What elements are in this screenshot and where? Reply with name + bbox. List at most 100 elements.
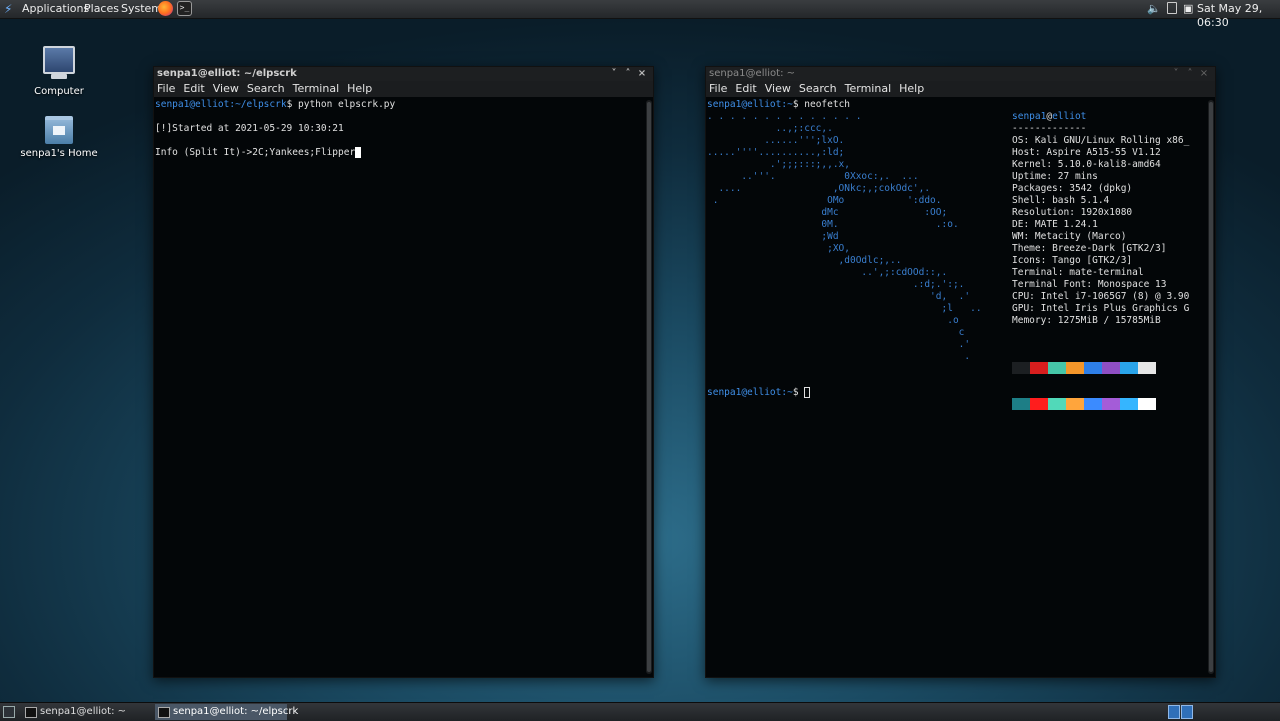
info-line: Shell: bash 5.1.4 — [1012, 195, 1189, 207]
speaker-icon[interactable]: 🔈 — [1147, 2, 1161, 16]
info-value: Intel Iris Plus Graphics G — [1040, 303, 1190, 314]
info-user: senpa1 — [1012, 111, 1047, 122]
info-value: bash 5.1.4 — [1052, 195, 1110, 206]
active-prompt: senpa1@elliot:~$ — [707, 387, 811, 399]
terminal-output[interactable]: senpa1@elliot:~/elpscrk$ python elpscrk.… — [154, 98, 643, 677]
palette-swatch — [1084, 398, 1102, 410]
clipboard-icon[interactable] — [1167, 2, 1177, 14]
terminal-output[interactable]: senpa1@elliot:~$ neofetch . . . . . . . … — [706, 98, 1205, 677]
taskbar-item-label: senpa1@elliot: ~/elpscrk — [173, 706, 299, 717]
info-separator: : — [1034, 147, 1047, 158]
maximize-button[interactable]: ˄ — [621, 67, 635, 81]
prompt-path: :~ — [781, 99, 793, 110]
menu-view[interactable]: View — [765, 82, 791, 95]
info-line: Terminal: mate-terminal — [1012, 267, 1189, 279]
prompt-user: senpa1@elliot — [155, 99, 230, 110]
menu-help[interactable]: Help — [899, 82, 924, 95]
menu-down-button[interactable]: ˅ — [1169, 67, 1183, 81]
applications-menu[interactable]: Applications — [22, 2, 89, 16]
info-host: elliot — [1052, 111, 1087, 122]
info-key: Memory — [1012, 315, 1047, 326]
window-title: senpa1@elliot: ~/elpscrk — [157, 68, 297, 79]
bottom-panel: senpa1@elliot: ~ senpa1@elliot: ~/elpscr… — [0, 702, 1280, 721]
menu-search[interactable]: Search — [799, 82, 837, 95]
window-titlebar[interactable]: senpa1@elliot: ~ ˅ ˄ × — [706, 67, 1215, 81]
palette-swatch — [1066, 398, 1084, 410]
info-line: Memory: 1275MiB / 15785MiB — [1012, 315, 1189, 327]
info-line: GPU: Intel Iris Plus Graphics G — [1012, 303, 1189, 315]
workspace-1[interactable] — [1168, 705, 1180, 719]
kali-menu-icon[interactable]: ⚡ — [4, 2, 16, 16]
close-button[interactable]: × — [635, 67, 649, 81]
window-title: senpa1@elliot: ~ — [709, 68, 795, 79]
show-desktop-icon[interactable] — [3, 706, 15, 718]
info-line: Kernel: 5.10.0-kali8-amd64 — [1012, 159, 1189, 171]
info-separator: : — [1023, 231, 1035, 242]
taskbar-item-elpscrk[interactable]: senpa1@elliot: ~/elpscrk — [155, 704, 298, 720]
palette-swatch — [1012, 398, 1030, 410]
scrollbar[interactable] — [1208, 100, 1214, 674]
neofetch-ascii-logo: . . . . . . . . . . . . . . ..,;:ccc,. .… — [707, 111, 982, 362]
info-value: 3542 (dpkg) — [1069, 183, 1133, 194]
menu-view[interactable]: View — [213, 82, 239, 95]
command-text: neofetch — [804, 99, 851, 110]
info-key: WM — [1012, 231, 1024, 242]
info-separator: : — [1057, 183, 1070, 194]
window-titlebar[interactable]: senpa1@elliot: ~/elpscrk ˅ ˄ × — [154, 67, 653, 81]
prompt-user: senpa1@elliot — [707, 387, 782, 398]
output-line: Info (Split It)->2C;Yankees;Flipper — [155, 147, 356, 158]
info-key: Terminal — [1012, 267, 1058, 278]
menu-edit[interactable]: Edit — [735, 82, 756, 95]
info-value: 1920x1080 — [1080, 207, 1133, 218]
terminal-window-home[interactable]: senpa1@elliot: ~ ˅ ˄ × File Edit View Search T… — [705, 66, 1216, 678]
desktop-icon-home[interactable]: senpa1's Home — [14, 116, 104, 159]
info-line: Icons: Tango [GTK2/3] — [1012, 255, 1189, 267]
palette-swatch — [1138, 362, 1156, 374]
scrollbar[interactable] — [646, 100, 652, 674]
info-value: Intel i7-1065G7 (8) @ 3.90 — [1040, 291, 1190, 302]
menu-terminal[interactable]: Terminal — [845, 82, 892, 95]
menu-file[interactable]: File — [157, 82, 175, 95]
output-line: [!]Started at 2021-05-29 10:30:21 — [155, 123, 344, 134]
menu-terminal[interactable]: Terminal — [293, 82, 340, 95]
desktop-icon-label: senpa1's Home — [20, 148, 98, 159]
info-separator: : — [1029, 303, 1041, 314]
palette-swatch — [1048, 362, 1066, 374]
close-button[interactable]: × — [1197, 67, 1211, 81]
info-key: GPU — [1012, 303, 1030, 314]
info-separator: : — [1046, 159, 1058, 170]
info-separator: : — [1040, 255, 1053, 266]
terminal-window-elpscrk[interactable]: senpa1@elliot: ~/elpscrk ˅ ˄ × File Edit Vie… — [153, 66, 654, 678]
maximize-button[interactable]: ˄ — [1183, 67, 1197, 81]
info-key: Uptime — [1012, 171, 1047, 182]
info-lines: OS: Kali GNU/Linux Rolling x86_ Host: Asp… — [1012, 135, 1189, 327]
info-separator: : — [1023, 219, 1035, 230]
info-value: 27 mins — [1057, 171, 1098, 182]
info-value: 5.10.0-kali8-amd64 — [1057, 159, 1161, 170]
menu-edit[interactable]: Edit — [183, 82, 204, 95]
info-key: Resolution — [1012, 207, 1070, 218]
desktop-icon-computer[interactable]: Computer — [14, 46, 104, 97]
clock[interactable]: Sat May 29, 06:30 — [1197, 2, 1280, 30]
info-key: CPU — [1012, 291, 1030, 302]
info-value: 1275MiB / 15785MiB — [1057, 315, 1161, 326]
neofetch-info: senpa1@elliot ------------- OS: Kali GNU… — [1012, 111, 1189, 327]
top-clock-icon: ▣ — [1183, 2, 1194, 15]
workspace-2[interactable] — [1181, 705, 1193, 719]
info-value: mate-terminal — [1069, 267, 1144, 278]
menu-file[interactable]: File — [709, 82, 727, 95]
menu-down-button[interactable]: ˅ — [607, 67, 621, 81]
text-cursor — [804, 387, 811, 398]
places-menu[interactable]: Places — [84, 2, 119, 16]
palette-swatch — [1120, 398, 1138, 410]
text-cursor — [355, 147, 362, 158]
taskbar-item-home[interactable]: senpa1@elliot: ~ — [22, 704, 152, 720]
menu-search[interactable]: Search — [247, 82, 285, 95]
terminal-menubar: File Edit View Search Terminal Help — [154, 81, 653, 97]
menu-help[interactable]: Help — [347, 82, 372, 95]
system-menu[interactable]: System — [121, 2, 162, 16]
info-key: Packages — [1012, 183, 1058, 194]
info-separator: : — [1086, 279, 1098, 290]
terminal-launcher-icon[interactable]: >_ — [177, 1, 192, 16]
firefox-icon[interactable] — [158, 1, 173, 16]
